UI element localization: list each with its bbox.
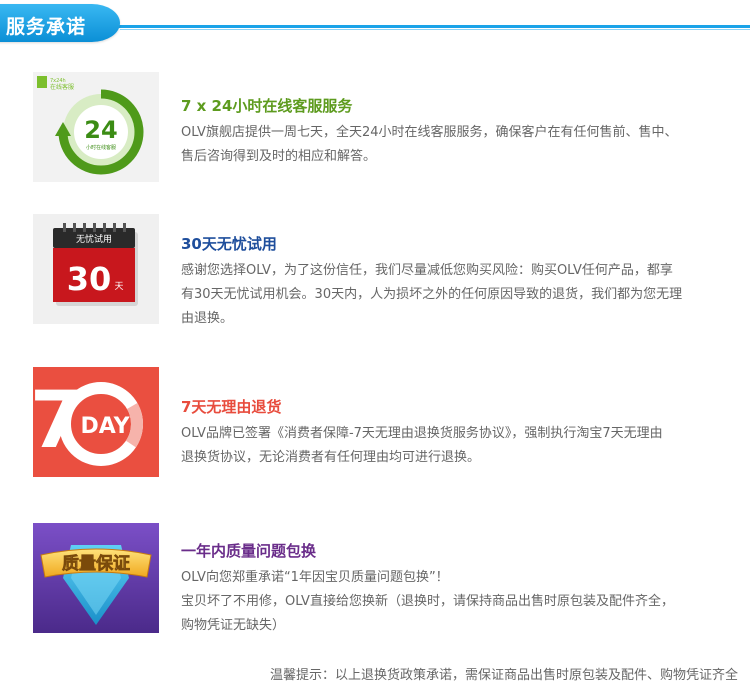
clock-number: 24: [84, 116, 117, 144]
header-title: 服务承诺: [6, 16, 87, 38]
clock-sub: 小时在线客服: [86, 144, 116, 151]
service-desc: 感谢您选择OLV，为了这份信任，我们尽量减低您购买风险：购买OLV任何产品，都享…: [181, 259, 741, 331]
calendar-number: 30: [67, 260, 112, 298]
service-text: 7天无理由退货 OLV品牌已签署《消费者保障-7天无理由退换货服务协议》，强制执…: [181, 396, 741, 470]
header-tab: 服务承诺: [0, 4, 120, 42]
seven-day-icon: 7 DAY: [33, 367, 159, 477]
service-title: 7天无理由退货: [181, 398, 282, 416]
clock-24h-icon: 7x24h 在线客服 24 小时在线客服: [33, 72, 159, 182]
footer-note: 温馨提示：以上退换货政策承诺，需保证商品出售时原包装及配件、购物凭证齐全: [269, 668, 738, 683]
header-rule-thin: [120, 29, 750, 30]
desc-line: 退换货协议，无论消费者有任何理由均可进行退换。: [181, 450, 481, 465]
desc-line: 购物凭证无缺失）: [181, 618, 286, 633]
calendar-30-icon: 无忧试用 30 天: [33, 214, 159, 324]
service-text: 一年内质量问题包换 OLV向您郑重承诺“1年因宝贝质量问题包换”！ 宝贝坏了不用…: [181, 540, 741, 638]
service-desc: OLV品牌已签署《消费者保障-7天无理由退换货服务协议》，强制执行淘宝7天无理由…: [181, 422, 741, 470]
desc-line: OLV向您郑重承诺“1年因宝贝质量问题包换”！: [181, 570, 449, 585]
service-title: 一年内质量问题包换: [181, 542, 317, 560]
desc-line: 感谢您选择OLV，为了这份信任，我们尽量减低您购买风险：购买OLV任何产品，都享: [181, 263, 673, 278]
calendar-label: 无忧试用: [76, 233, 112, 245]
service-desc: OLV旗舰店提供一周七天，全天24小时在线客服服务，确保客户在有任何售前、售中、…: [181, 121, 741, 169]
service-text: 30天无忧试用 感谢您选择OLV，为了这份信任，我们尽量减低您购买风险：购买OL…: [181, 233, 741, 331]
quality-badge-icon: 质量保证: [33, 523, 159, 633]
logo-text: 在线客服: [50, 83, 74, 91]
calendar-graphic: 无忧试用 30 天: [33, 214, 159, 324]
clock-24h-graphic: 7x24h 在线客服 24 小时在线客服: [33, 72, 159, 182]
desc-line: 宝贝坏了不用修，OLV直接给您换新（退换时，请保持商品出售时原包装及配件齐全，: [181, 594, 674, 609]
day-label: DAY: [80, 414, 130, 439]
quality-badge-graphic: 质量保证: [33, 523, 159, 633]
desc-line: 售后咨询得到及时的相应和解答。: [181, 149, 377, 164]
calendar-unit: 天: [114, 282, 123, 292]
service-desc: OLV向您郑重承诺“1年因宝贝质量问题包换”！ 宝贝坏了不用修，OLV直接给您换…: [181, 566, 741, 638]
seven-number: 7: [33, 376, 84, 466]
service-text: 7 x 24小时在线客服服务 OLV旗舰店提供一周七天，全天24小时在线客服服务…: [181, 95, 741, 169]
desc-line: OLV旗舰店提供一周七天，全天24小时在线客服服务，确保客户在有任何售前、售中、: [181, 125, 678, 140]
desc-line: 由退换。: [181, 311, 234, 326]
seven-day-graphic: 7 DAY: [33, 367, 159, 477]
desc-line: 有30天无忧试用机会。30天内，人为损坏之外的任何原因导致的退货，我们都为您无理: [181, 287, 683, 302]
section-header: 服务承诺: [0, 0, 750, 50]
desc-line: OLV品牌已签署《消费者保障-7天无理由退换货服务协议》，强制执行淘宝7天无理由: [181, 426, 663, 441]
service-title: 7 x 24小时在线客服服务: [181, 97, 353, 115]
service-title: 30天无忧试用: [181, 235, 277, 253]
badge-label: 质量保证: [62, 553, 130, 574]
